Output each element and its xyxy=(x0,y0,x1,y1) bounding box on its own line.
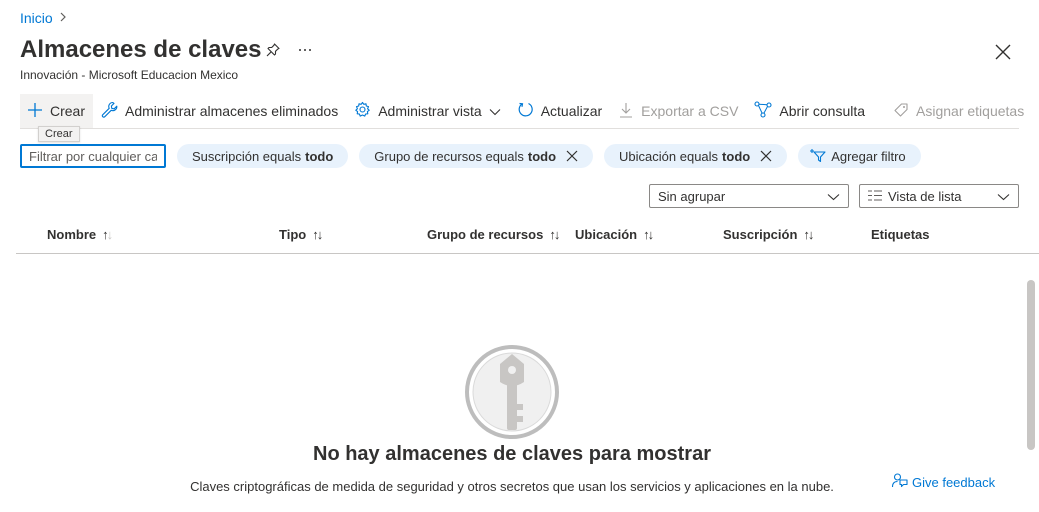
page-subtitle: Innovación - Microsoft Educacion Mexico xyxy=(20,68,239,82)
filter-pill-value: todo xyxy=(527,148,557,164)
column-header-subscription[interactable]: Suscripción ↑↓ xyxy=(723,227,814,242)
tag-icon xyxy=(893,102,909,121)
open-query-label: Abrir consulta xyxy=(779,103,866,119)
close-icon[interactable] xyxy=(993,42,1013,62)
column-header-label: Suscripción xyxy=(723,227,798,242)
column-header-resource-group[interactable]: Grupo de recursos ↑↓ xyxy=(427,227,560,242)
column-header-label: Nombre xyxy=(47,227,97,242)
vertical-scrollbar[interactable] xyxy=(1027,280,1035,450)
refresh-button[interactable]: Actualizar xyxy=(509,94,610,128)
add-filter-label: Agregar filtro xyxy=(831,148,906,164)
open-query-button[interactable]: Abrir consulta xyxy=(746,94,873,128)
filter-bar: Suscripción equals todo Grupo de recurso… xyxy=(20,144,932,168)
filter-pill-label: Grupo de recursos equals xyxy=(374,148,524,164)
grouping-selected: Sin agrupar xyxy=(658,188,726,204)
column-header-name[interactable]: Nombre ↑↓ xyxy=(47,227,113,242)
assign-tags-button[interactable]: Asignar etiquetas xyxy=(885,94,1032,128)
chevron-right-icon xyxy=(59,11,67,25)
column-header-type[interactable]: Tipo ↑↓ xyxy=(279,227,323,242)
key-icon xyxy=(464,344,560,445)
breadcrumb-home-link[interactable]: Inicio xyxy=(20,10,53,26)
title-actions xyxy=(265,42,313,63)
filter-pill-subscription[interactable]: Suscripción equals todo xyxy=(177,144,349,168)
filter-pill-resource-group[interactable]: Grupo de recursos equals todo xyxy=(359,144,594,168)
column-header-label: Grupo de recursos xyxy=(427,227,544,242)
sort-ascending-icon: ↑↓ xyxy=(102,227,113,242)
chevron-down-icon xyxy=(827,189,840,204)
refresh-label: Actualizar xyxy=(540,103,603,119)
manage-view-button[interactable]: Administrar vista xyxy=(346,94,508,128)
column-header-location[interactable]: Ubicación ↑↓ xyxy=(575,227,654,242)
create-button[interactable]: Crear xyxy=(20,94,94,128)
sort-icon: ↑↓ xyxy=(803,227,814,242)
view-selected: Vista de lista xyxy=(888,188,962,204)
close-icon[interactable] xyxy=(566,150,578,162)
list-view-icon xyxy=(868,189,882,204)
filter-input[interactable] xyxy=(20,144,166,168)
add-filter-button[interactable]: Agregar filtro xyxy=(798,144,921,168)
chevron-down-icon xyxy=(997,189,1010,204)
column-header-tags[interactable]: Etiquetas xyxy=(871,227,930,242)
wrench-icon xyxy=(101,101,118,121)
manage-view-label: Administrar vista xyxy=(378,103,482,119)
close-icon[interactable] xyxy=(760,150,772,162)
create-tooltip: Crear xyxy=(38,126,80,142)
filter-pill-label: Suscripción equals xyxy=(192,148,302,164)
filter-pill-location[interactable]: Ubicación equals todo xyxy=(604,144,788,168)
breadcrumb: Inicio xyxy=(20,10,67,26)
assign-tags-label: Asignar etiquetas xyxy=(916,103,1025,119)
sort-icon: ↑↓ xyxy=(643,227,654,242)
create-button-label: Crear xyxy=(50,103,86,119)
filter-pill-value: todo xyxy=(305,148,334,164)
feedback-icon xyxy=(891,472,908,492)
manage-deleted-button[interactable]: Administrar almacenes eliminados xyxy=(93,94,346,128)
give-feedback-label: Give feedback xyxy=(912,474,996,490)
download-icon xyxy=(618,102,634,121)
pin-icon[interactable] xyxy=(265,42,281,63)
sort-icon: ↑↓ xyxy=(549,227,560,242)
manage-deleted-label: Administrar almacenes eliminados xyxy=(125,103,339,119)
query-icon xyxy=(754,101,772,121)
view-dropdown[interactable]: Vista de lista xyxy=(859,184,1019,208)
grouping-dropdown[interactable]: Sin agrupar xyxy=(649,184,849,208)
add-filter-icon xyxy=(809,147,827,166)
empty-state-description: Claves criptográficas de medida de segur… xyxy=(190,479,834,494)
export-csv-button[interactable]: Exportar a CSV xyxy=(610,94,746,128)
ellipsis-icon[interactable] xyxy=(297,42,313,63)
column-header-label: Tipo xyxy=(279,227,307,242)
filter-pill-label: Ubicación equals xyxy=(619,148,719,164)
empty-state-title: No hay almacenes de claves para mostrar xyxy=(313,443,711,465)
column-header-label: Ubicación xyxy=(575,227,638,242)
export-csv-label: Exportar a CSV xyxy=(641,103,739,119)
chevron-down-icon xyxy=(489,103,501,119)
gear-icon xyxy=(354,101,371,121)
sort-icon: ↑↓ xyxy=(312,227,323,242)
plus-icon xyxy=(27,102,43,121)
filter-pill-value: todo xyxy=(722,148,751,164)
refresh-icon xyxy=(517,101,534,121)
give-feedback-link[interactable]: Give feedback xyxy=(891,472,995,492)
command-bar: Crear Administrar almacenes eliminados A… xyxy=(20,94,1024,129)
page-title: Almacenes de claves xyxy=(20,36,262,63)
table-header: Nombre ↑↓ Tipo ↑↓ Grupo de recursos ↑↓ U… xyxy=(16,222,1039,254)
column-header-label: Etiquetas xyxy=(871,227,930,242)
